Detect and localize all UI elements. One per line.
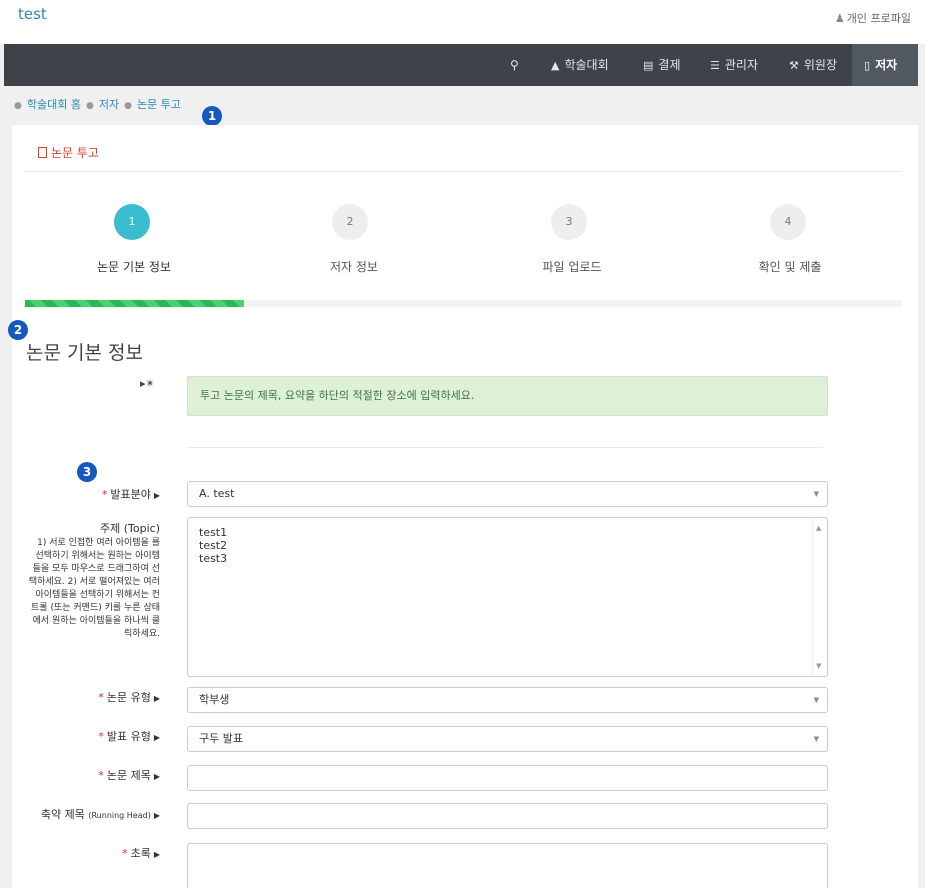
topic-label: 주제 (Topic) <box>100 522 160 535</box>
breadcrumb: ● 학술대회 홈 ● 저자 ● 논문 투고 <box>14 98 181 111</box>
presentation-type-label: * 발표 유형 ▶ <box>98 730 160 743</box>
megaphone-icon: ▸✴ <box>140 377 155 390</box>
topic-option[interactable]: test1 <box>199 526 816 539</box>
step-1-label: 논문 기본 정보 <box>97 260 171 274</box>
step-4-circle: 4 <box>770 204 806 240</box>
presentation-type-select[interactable]: 구두 발표 ▼ <box>187 726 828 752</box>
topic-multiselect[interactable]: test1 test2 test3 ▲ ▼ <box>187 517 828 677</box>
scroll-down-icon[interactable]: ▼ <box>816 662 821 670</box>
brand-link[interactable]: test <box>18 5 47 23</box>
profile-label: 개인 프로파일 <box>846 12 911 25</box>
book-icon: ▯ <box>864 59 871 72</box>
breadcrumb-home[interactable]: 학술대회 홈 <box>27 98 81 111</box>
divider <box>187 447 823 448</box>
main-navbar: ⚲ ▲ 학술대회 ▤ 결제 ☰ 관리자 ⚒ 위원장 ▯ 저자 <box>4 44 918 86</box>
running-head-label: 축약 제목 (Running Head) ▶ <box>40 808 160 821</box>
step-1-circle: 1 <box>114 204 150 240</box>
step-3-label: 파일 업로드 <box>542 260 602 274</box>
topic-help-text: 1) 서로 인접한 여러 아이템을 를 선택하기 위해서는 원하는 아이템들을 … <box>28 538 160 639</box>
nav-author[interactable]: ▯ 저자 <box>852 44 918 86</box>
abstract-label: * 초록 ▶ <box>122 847 160 860</box>
card-title: 논문 투고 <box>38 144 99 161</box>
divider <box>25 171 901 172</box>
gavel-icon: ⚒ <box>789 59 799 72</box>
breadcrumb-submit[interactable]: 논문 투고 <box>137 98 181 111</box>
graduation-cap-icon: ▲ <box>551 59 560 72</box>
step-progress-bar <box>25 300 901 307</box>
list-icon: ☰ <box>710 59 720 72</box>
field-area-select[interactable]: A. test ▼ <box>187 481 828 507</box>
breadcrumb-author[interactable]: 저자 <box>99 98 119 111</box>
paper-title-label: * 논문 제목 ▶ <box>98 769 160 782</box>
info-alert: 투고 논문의 제목, 요약을 하단의 적절한 장소에 입력하세요. <box>187 376 828 416</box>
annotation-badge-2: 2 <box>8 320 28 340</box>
section-title: 논문 기본 정보 <box>26 342 143 364</box>
paper-type-label: * 논문 유형 ▶ <box>98 691 160 704</box>
document-icon <box>38 147 47 158</box>
home-icon: ● <box>14 101 22 111</box>
search-icon[interactable]: ⚲ <box>498 44 531 86</box>
profile-link[interactable]: ♟ 개인 프로파일 <box>835 10 911 26</box>
scrollbar[interactable]: ▲ ▼ <box>812 518 827 676</box>
step-2-circle: 2 <box>332 204 368 240</box>
topic-option[interactable]: test2 <box>199 539 816 552</box>
user-icon: ♟ <box>834 12 845 25</box>
chevron-down-icon: ▼ <box>813 696 819 704</box>
step-4-label: 확인 및 제출 <box>758 260 822 274</box>
field-area-label: * 발표분야 ▶ <box>101 488 160 501</box>
chevron-down-icon: ▼ <box>813 490 819 498</box>
nav-payment[interactable]: ▤ 결제 <box>631 44 693 86</box>
progress-fill <box>25 300 244 307</box>
paper-title-input[interactable] <box>187 765 828 791</box>
nav-admin[interactable]: ☰ 관리자 <box>698 44 770 86</box>
scroll-up-icon[interactable]: ▲ <box>816 524 821 532</box>
step-2-label: 저자 정보 <box>330 260 378 274</box>
nav-conference[interactable]: ▲ 학술대회 <box>539 44 621 86</box>
credit-card-icon: ▤ <box>643 59 654 72</box>
annotation-badge-3: 3 <box>77 462 97 482</box>
abstract-textarea[interactable] <box>187 843 828 888</box>
paper-type-select[interactable]: 학부생 ▼ <box>187 687 828 713</box>
top-bar: test ♟ 개인 프로파일 <box>0 0 925 44</box>
annotation-badge-1: 1 <box>202 106 222 126</box>
step-3-circle: 3 <box>551 204 587 240</box>
chevron-down-icon: ▼ <box>813 735 819 743</box>
topic-option[interactable]: test3 <box>199 552 816 565</box>
nav-chair[interactable]: ⚒ 위원장 <box>777 44 849 86</box>
running-head-input[interactable] <box>187 803 828 829</box>
